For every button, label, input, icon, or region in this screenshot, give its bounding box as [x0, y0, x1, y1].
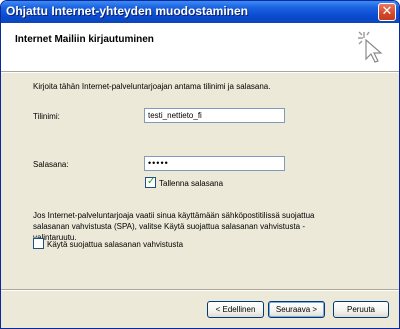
wizard-cursor-icon	[358, 31, 383, 63]
wizard-window: Ohjattu Internet-yhteyden muodostaminen …	[0, 0, 400, 329]
password-input[interactable]: •••••	[144, 156, 285, 171]
account-name-label: Tilinimi:	[33, 112, 60, 121]
cancel-button[interactable]: Peruuta	[333, 301, 389, 318]
window-title: Ohjattu Internet-yhteyden muodostaminen	[6, 4, 249, 18]
next-button[interactable]: Seuraava >	[268, 301, 325, 318]
spa-description: Jos Internet-palveluntarjoaja vaatii sin…	[33, 211, 315, 242]
page-title: Internet Mailiin kirjautuminen	[15, 34, 154, 45]
close-button[interactable]: ✕	[378, 3, 396, 21]
spa-checkbox-label[interactable]: Käytä suojattua salasanan vahvistusta	[47, 240, 183, 249]
instruction-text: Kirjoita tähän Internet-palveluntarjoaja…	[33, 82, 271, 91]
remember-password-checkbox[interactable]: ✓	[145, 176, 156, 188]
back-button[interactable]: < Edellinen	[207, 301, 264, 318]
checkmark-icon: ✓	[147, 176, 156, 187]
remember-password-label[interactable]: Tallenna salasana	[159, 179, 223, 188]
account-name-input[interactable]: testi_nettieto_fi	[144, 108, 285, 123]
title-bar[interactable]: Ohjattu Internet-yhteyden muodostaminen …	[1, 1, 399, 23]
wizard-header: Internet Mailiin kirjautuminen	[1, 23, 399, 71]
password-label: Salasana:	[33, 160, 69, 169]
spa-checkbox[interactable]	[33, 238, 44, 249]
header-divider	[1, 71, 399, 73]
footer-divider	[1, 289, 399, 291]
